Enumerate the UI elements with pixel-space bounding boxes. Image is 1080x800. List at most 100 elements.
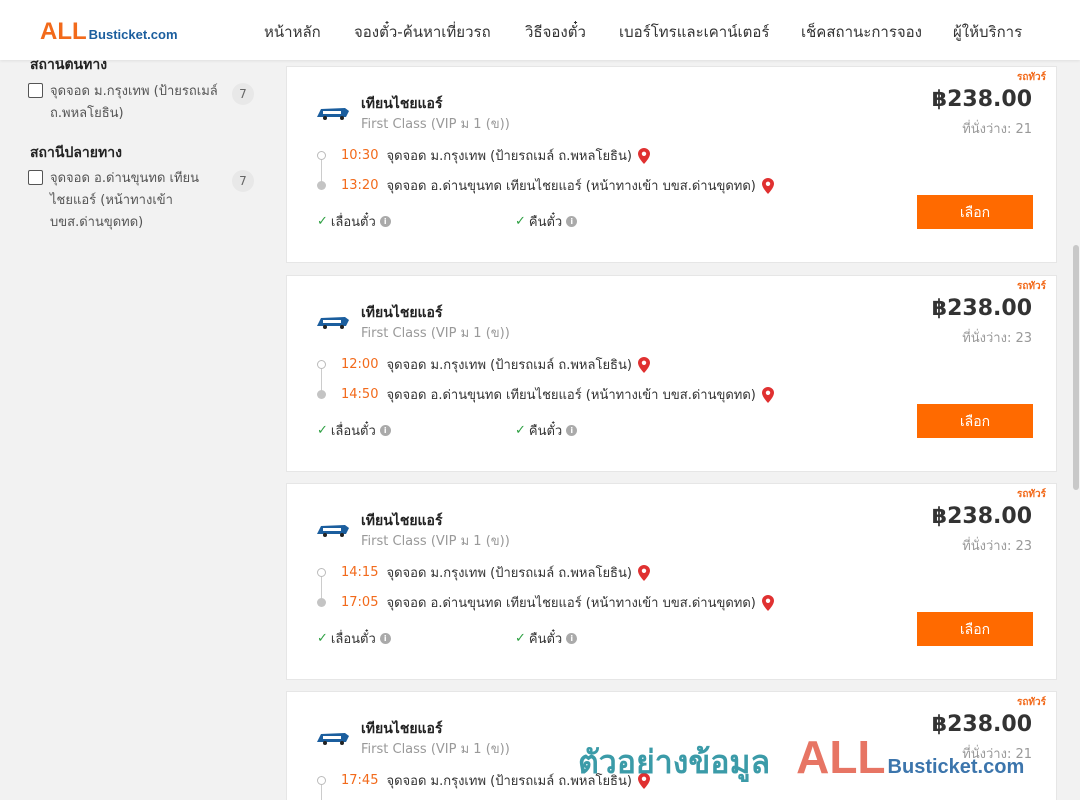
arrival-stop: 14:50 จุดจอด อ.ด่านขุนทด เทียนไชยแอร์ (ห… bbox=[341, 384, 774, 405]
trip-card: รถทัวร์ เทียนไชยแอร์ First Class (VIP ม … bbox=[286, 483, 1057, 680]
check-icon: ✓ bbox=[515, 631, 526, 646]
arrival-time: 13:20 bbox=[341, 178, 379, 193]
operator-name: เทียนไชยแอร์ bbox=[361, 721, 443, 737]
departure-stop: 14:15 จุดจอด ม.กรุงเทพ (ป้ายรถเมล์ ถ.พหล… bbox=[341, 562, 650, 583]
arrival-time: 14:50 bbox=[341, 387, 379, 402]
origin-station-checkbox[interactable] bbox=[28, 83, 43, 98]
departure-stop: 12:00 จุดจอด ม.กรุงเทพ (ป้ายรถเมล์ ถ.พหล… bbox=[341, 354, 650, 375]
seats-available: ที่นั่งว่าง: 23 bbox=[962, 539, 1032, 554]
arrival-stop-name: จุดจอด อ.ด่านขุนทด เทียนไชยแอร์ (หน้าทาง… bbox=[386, 388, 756, 403]
arrival-stop: 17:05 จุดจอด อ.ด่านขุนทด เทียนไชยแอร์ (ห… bbox=[341, 592, 774, 613]
operator-name: เทียนไชยแอร์ bbox=[361, 305, 443, 321]
check-icon: ✓ bbox=[317, 423, 328, 438]
info-icon[interactable]: i bbox=[566, 425, 578, 436]
nav-book-search[interactable]: จองตั๋ว-ค้นหาเที่ยวรถ bbox=[354, 20, 491, 44]
origin-station-count: 7 bbox=[232, 83, 254, 105]
info-icon[interactable]: i bbox=[379, 216, 391, 227]
info-icon[interactable]: i bbox=[379, 425, 391, 436]
nav-operators[interactable]: ผู้ให้บริการ bbox=[953, 20, 1022, 44]
departure-time: 17:45 bbox=[341, 773, 379, 788]
seat-class: First Class (VIP ม 1 (ข)) bbox=[361, 742, 510, 757]
departure-stop: 10:30 จุดจอด ม.กรุงเทพ (ป้ายรถเมล์ ถ.พหล… bbox=[341, 145, 650, 166]
main-nav: หน้าหลัก จองตั๋ว-ค้นหาเที่ยวรถ วิธีจองตั… bbox=[0, 20, 1080, 42]
refund-ticket-feature: ✓ คืนตั๋ว i bbox=[515, 420, 578, 441]
check-icon: ✓ bbox=[317, 631, 328, 646]
departure-stop: 17:45 จุดจอด ม.กรุงเทพ (ป้ายรถเมล์ ถ.พหล… bbox=[341, 770, 650, 791]
bus-type-badge: รถทัวร์ bbox=[1016, 489, 1046, 500]
departure-dot bbox=[317, 568, 326, 577]
seats-available: ที่นั่งว่าง: 21 bbox=[962, 747, 1032, 762]
trip-card: รถทัวร์ เทียนไชยแอร์ First Class (VIP ม … bbox=[286, 691, 1057, 800]
departure-dot bbox=[317, 360, 326, 369]
map-pin-icon[interactable] bbox=[637, 356, 650, 373]
seats-available: ที่นั่งว่าง: 23 bbox=[962, 331, 1032, 346]
info-icon[interactable]: i bbox=[566, 216, 578, 227]
map-pin-icon[interactable] bbox=[637, 564, 650, 581]
destination-station-checkbox[interactable] bbox=[28, 170, 43, 185]
origin-station-label[interactable]: จุดจอด ม.กรุงเทพ (ป้ายรถเมล์ ถ.พหลโยธิน) bbox=[50, 81, 220, 125]
refund-ticket-label: คืนตั๋ว bbox=[528, 424, 563, 439]
destination-station-heading: สถานีปลายทาง bbox=[30, 145, 122, 161]
map-pin-icon[interactable] bbox=[637, 772, 650, 789]
bus-type-badge: รถทัวร์ bbox=[1016, 281, 1046, 292]
map-pin-icon[interactable] bbox=[761, 386, 774, 403]
bus-type-badge: รถทัวร์ bbox=[1016, 697, 1046, 708]
seat-class: First Class (VIP ม 1 (ข)) bbox=[361, 326, 510, 341]
scrollbar-thumb[interactable] bbox=[1073, 245, 1079, 490]
page-scrollbar[interactable] bbox=[1072, 0, 1080, 800]
check-icon: ✓ bbox=[317, 214, 328, 229]
departure-stop-name: จุดจอด ม.กรุงเทพ (ป้ายรถเมล์ ถ.พหลโยธิน) bbox=[386, 149, 632, 164]
departure-time: 12:00 bbox=[341, 357, 379, 372]
change-ticket-feature: ✓ เลื่อนตั๋ว i bbox=[317, 420, 391, 441]
select-trip-button[interactable]: เลือก bbox=[917, 404, 1033, 438]
ticket-price: ฿238.00 bbox=[931, 712, 1032, 737]
operator-name: เทียนไชยแอร์ bbox=[361, 513, 443, 529]
destination-station-count: 7 bbox=[232, 170, 254, 192]
operator-logo-icon bbox=[317, 733, 349, 745]
arrival-stop: 13:20 จุดจอด อ.ด่านขุนทด เทียนไชยแอร์ (ห… bbox=[341, 175, 774, 196]
map-pin-icon[interactable] bbox=[761, 594, 774, 611]
trip-card: รถทัวร์ เทียนไชยแอร์ First Class (VIP ม … bbox=[286, 66, 1057, 263]
refund-ticket-feature: ✓ คืนตั๋ว i bbox=[515, 211, 578, 232]
departure-dot bbox=[317, 151, 326, 160]
nav-phone-counters[interactable]: เบอร์โทรและเคาน์เตอร์ bbox=[619, 20, 769, 44]
operator-logo-icon bbox=[317, 108, 349, 120]
select-trip-button[interactable]: เลือก bbox=[917, 612, 1033, 646]
destination-station-label[interactable]: จุดจอด อ.ด่านขุนทด เทียนไชยแอร์ (หน้าทาง… bbox=[50, 168, 220, 234]
arrival-time: 17:05 bbox=[341, 595, 379, 610]
refund-ticket-feature: ✓ คืนตั๋ว i bbox=[515, 628, 578, 649]
change-ticket-label: เลื่อนตั๋ว bbox=[330, 215, 376, 230]
ticket-price: ฿238.00 bbox=[931, 504, 1032, 529]
info-icon[interactable]: i bbox=[566, 633, 578, 644]
info-icon[interactable]: i bbox=[379, 633, 391, 644]
departure-stop-name: จุดจอด ม.กรุงเทพ (ป้ายรถเมล์ ถ.พหลโยธิน) bbox=[386, 774, 632, 789]
site-header: ALL Busticket.com หน้าหลัก จองตั๋ว-ค้นหา… bbox=[0, 0, 1080, 60]
select-trip-button[interactable]: เลือก bbox=[917, 195, 1033, 229]
nav-how-to-book[interactable]: วิธีจองตั๋ว bbox=[525, 20, 586, 44]
arrival-dot bbox=[317, 598, 326, 607]
seats-available: ที่นั่งว่าง: 21 bbox=[962, 122, 1032, 137]
refund-ticket-label: คืนตั๋ว bbox=[528, 632, 563, 647]
departure-time: 10:30 bbox=[341, 148, 379, 163]
departure-time: 14:15 bbox=[341, 565, 379, 580]
arrival-dot bbox=[317, 181, 326, 190]
nav-check-status[interactable]: เช็คสถานะการจอง bbox=[801, 20, 922, 44]
arrival-stop-name: จุดจอด อ.ด่านขุนทด เทียนไชยแอร์ (หน้าทาง… bbox=[386, 179, 756, 194]
nav-home[interactable]: หน้าหลัก bbox=[264, 20, 321, 44]
arrival-stop-name: จุดจอด อ.ด่านขุนทด เทียนไชยแอร์ (หน้าทาง… bbox=[386, 596, 756, 611]
map-pin-icon[interactable] bbox=[761, 177, 774, 194]
ticket-price: ฿238.00 bbox=[931, 87, 1032, 112]
trip-card: รถทัวร์ เทียนไชยแอร์ First Class (VIP ม … bbox=[286, 275, 1057, 472]
seat-class: First Class (VIP ม 1 (ข)) bbox=[361, 117, 510, 132]
operator-logo-icon bbox=[317, 525, 349, 537]
bus-type-badge: รถทัวร์ bbox=[1016, 72, 1046, 83]
change-ticket-feature: ✓ เลื่อนตั๋ว i bbox=[317, 211, 391, 232]
filter-sidebar: สถานีต้นทาง จุดจอด ม.กรุงเทพ (ป้ายรถเมล์… bbox=[0, 57, 270, 800]
seat-class: First Class (VIP ม 1 (ข)) bbox=[361, 534, 510, 549]
map-pin-icon[interactable] bbox=[637, 147, 650, 164]
ticket-price: ฿238.00 bbox=[931, 296, 1032, 321]
departure-stop-name: จุดจอด ม.กรุงเทพ (ป้ายรถเมล์ ถ.พหลโยธิน) bbox=[386, 358, 632, 373]
departure-stop-name: จุดจอด ม.กรุงเทพ (ป้ายรถเมล์ ถ.พหลโยธิน) bbox=[386, 566, 632, 581]
refund-ticket-label: คืนตั๋ว bbox=[528, 215, 563, 230]
arrival-dot bbox=[317, 390, 326, 399]
